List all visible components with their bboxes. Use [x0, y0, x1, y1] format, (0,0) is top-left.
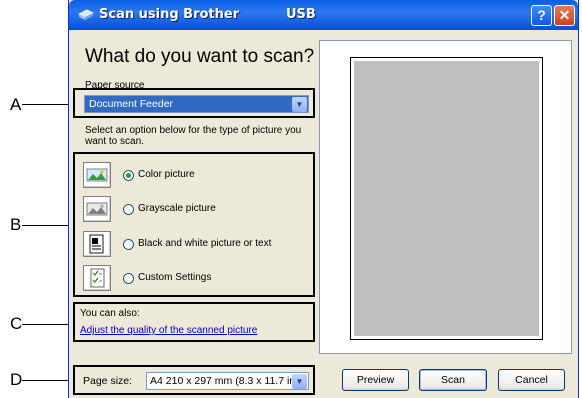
scanner-icon — [78, 9, 94, 20]
paper-source-value: Document Feeder — [89, 98, 174, 110]
grayscale-picture-radio[interactable] — [123, 204, 134, 215]
chevron-down-icon[interactable]: ▼ — [292, 374, 307, 389]
color-picture-label[interactable]: Color picture — [138, 169, 195, 180]
also-group: You can also: Adjust the quality of the … — [73, 302, 315, 342]
close-button[interactable]: ✕ — [554, 5, 575, 26]
callout-b-line — [22, 225, 72, 226]
window-title-suffix: USB — [286, 7, 316, 22]
page-size-value: A4 210 x 297 mm (8.3 x 11.7 inch — [150, 375, 307, 387]
callout-b: B — [10, 215, 22, 234]
preview-frame — [350, 57, 543, 340]
custom-settings-radio[interactable] — [123, 273, 134, 284]
callout-d: D — [10, 370, 23, 389]
bw-text-icon[interactable] — [83, 231, 111, 257]
adjust-quality-link[interactable]: Adjust the quality of the scanned pictur… — [80, 325, 257, 336]
page-size-label: Page size: — [83, 375, 133, 387]
callout-a: A — [10, 95, 22, 114]
cancel-button[interactable]: Cancel — [498, 369, 565, 391]
bw-text-radio[interactable] — [123, 239, 134, 250]
page-title: What do you want to scan? — [85, 46, 315, 67]
callout-a-line — [22, 104, 72, 105]
title-bar[interactable]: Scan using Brother USB ? ✕ — [69, 0, 578, 30]
custom-settings-icon[interactable] — [83, 265, 111, 291]
scan-dialog: Scan using Brother USB ? ✕ What do you w… — [68, 0, 579, 398]
grayscale-picture-icon[interactable] — [83, 196, 111, 222]
page-size-select[interactable]: A4 210 x 297 mm (8.3 x 11.7 inch ▼ — [146, 372, 309, 390]
callout-c: C — [10, 314, 23, 333]
instruction-text: Select an option below for the type of p… — [85, 125, 302, 147]
chevron-down-icon[interactable]: ▼ — [292, 97, 307, 112]
help-button[interactable]: ? — [531, 5, 552, 26]
custom-settings-label[interactable]: Custom Settings — [138, 272, 211, 283]
page-size-group: Page size: A4 210 x 297 mm (8.3 x 11.7 i… — [73, 365, 315, 395]
also-label: You can also: — [80, 308, 140, 319]
window-title: Scan using Brother — [99, 7, 240, 22]
scan-type-group: Color picture Grayscale picture Black an… — [73, 152, 315, 297]
paper-source-group: Document Feeder ▼ — [73, 88, 315, 118]
callout-d-line — [22, 380, 72, 381]
preview-button[interactable]: Preview — [342, 369, 409, 391]
callout-c-line — [22, 324, 72, 325]
color-picture-icon[interactable] — [83, 162, 111, 188]
bw-text-label[interactable]: Black and white picture or text — [138, 238, 271, 249]
preview-pane — [319, 40, 572, 354]
paper-source-select[interactable]: Document Feeder ▼ — [84, 95, 309, 113]
preview-page — [354, 61, 539, 336]
scan-button[interactable]: Scan — [419, 369, 487, 391]
color-picture-radio[interactable] — [123, 170, 134, 181]
grayscale-picture-label[interactable]: Grayscale picture — [138, 203, 216, 214]
